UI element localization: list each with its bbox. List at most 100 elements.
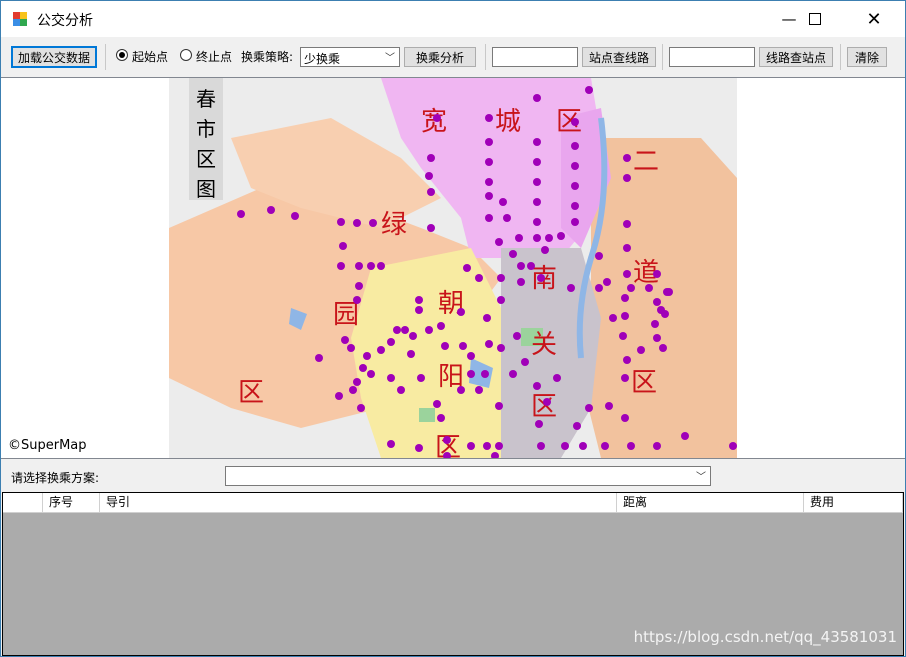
bus-stop-dot[interactable] [571, 162, 579, 170]
bus-stop-dot[interactable] [601, 442, 609, 450]
bus-stop-dot[interactable] [339, 242, 347, 250]
bus-stop-dot[interactable] [571, 118, 579, 126]
bus-stop-dot[interactable] [595, 252, 603, 260]
bus-stop-dot[interactable] [535, 420, 543, 428]
bus-stop-dot[interactable] [497, 274, 505, 282]
bus-stop-dot[interactable] [623, 220, 631, 228]
bus-stop-dot[interactable] [427, 224, 435, 232]
bus-stop-dot[interactable] [537, 442, 545, 450]
bus-stop-dot[interactable] [619, 332, 627, 340]
scheme-select[interactable]: ﹀ [225, 466, 711, 486]
bus-stop-dot[interactable] [349, 386, 357, 394]
bus-stop-dot[interactable] [457, 386, 465, 394]
bus-stop-dot[interactable] [513, 332, 521, 340]
bus-stop-dot[interactable] [595, 284, 603, 292]
bus-stop-dot[interactable] [291, 212, 299, 220]
bus-stop-dot[interactable] [571, 182, 579, 190]
bus-stop-dot[interactable] [437, 322, 445, 330]
bus-stop-dot[interactable] [367, 370, 375, 378]
bus-stop-dot[interactable] [585, 86, 593, 94]
bus-stop-dot[interactable] [659, 344, 667, 352]
bus-stop-dot[interactable] [407, 350, 415, 358]
bus-stop-dot[interactable] [387, 374, 395, 382]
bus-stop-dot[interactable] [355, 282, 363, 290]
bus-stop-dot[interactable] [357, 404, 365, 412]
bus-stop-dot[interactable] [681, 432, 689, 440]
bus-stop-dot[interactable] [533, 138, 541, 146]
bus-stop-dot[interactable] [543, 398, 551, 406]
bus-stop-dot[interactable] [427, 188, 435, 196]
bus-stop-dot[interactable] [359, 364, 367, 372]
bus-stop-dot[interactable] [463, 264, 471, 272]
start-radio-label[interactable]: 起始点 [132, 48, 168, 65]
bus-stop-dot[interactable] [571, 202, 579, 210]
bus-stop-dot[interactable] [367, 262, 375, 270]
bus-stop-dot[interactable] [347, 344, 355, 352]
bus-stop-dot[interactable] [485, 192, 493, 200]
bus-stop-dot[interactable] [653, 270, 661, 278]
bus-stop-dot[interactable] [237, 210, 245, 218]
bus-stop-dot[interactable] [369, 219, 377, 227]
bus-stop-dot[interactable] [483, 442, 491, 450]
bus-stop-dot[interactable] [433, 114, 441, 122]
bus-stop-dot[interactable] [495, 402, 503, 410]
bus-stop-dot[interactable] [561, 442, 569, 450]
bus-stop-dot[interactable] [337, 262, 345, 270]
bus-stop-dot[interactable] [571, 218, 579, 226]
bus-stop-dot[interactable] [467, 442, 475, 450]
bus-stop-dot[interactable] [627, 442, 635, 450]
bus-stop-dot[interactable] [517, 278, 525, 286]
bus-stop-dot[interactable] [637, 346, 645, 354]
bus-stop-dot[interactable] [355, 262, 363, 270]
load-data-button[interactable]: 加载公交数据 [11, 46, 97, 68]
bus-stop-dot[interactable] [485, 214, 493, 222]
bus-stop-dot[interactable] [401, 326, 409, 334]
bus-stop-dot[interactable] [651, 320, 659, 328]
bus-stop-dot[interactable] [433, 400, 441, 408]
transfer-analysis-button[interactable]: 换乘分析 [404, 47, 476, 67]
bus-stop-dot[interactable] [397, 386, 405, 394]
maximize-button[interactable] [792, 1, 838, 37]
bus-stop-dot[interactable] [557, 232, 565, 240]
bus-stop-dot[interactable] [573, 422, 581, 430]
bus-stop-dot[interactable] [533, 94, 541, 102]
bus-stop-dot[interactable] [621, 414, 629, 422]
bus-stop-dot[interactable] [503, 214, 511, 222]
bus-stop-dot[interactable] [623, 174, 631, 182]
bus-stop-dot[interactable] [545, 234, 553, 242]
bus-stop-dot[interactable] [387, 440, 395, 448]
bus-stop-dot[interactable] [377, 346, 385, 354]
bus-stop-dot[interactable] [353, 219, 361, 227]
bus-stop-dot[interactable] [485, 158, 493, 166]
bus-stop-dot[interactable] [533, 382, 541, 390]
bus-stop-dot[interactable] [335, 392, 343, 400]
bus-stop-dot[interactable] [495, 442, 503, 450]
column-header-guide[interactable]: 导引 [100, 493, 617, 512]
bus-stop-dot[interactable] [653, 334, 661, 342]
bus-stop-dot[interactable] [485, 114, 493, 122]
bus-stop-dot[interactable] [571, 142, 579, 150]
bus-stop-dot[interactable] [623, 154, 631, 162]
bus-stop-dot[interactable] [363, 352, 371, 360]
bus-stop-dot[interactable] [657, 306, 665, 314]
bus-stop-dot[interactable] [553, 374, 561, 382]
bus-stop-dot[interactable] [623, 244, 631, 252]
bus-stop-dot[interactable] [353, 296, 361, 304]
end-radio-label[interactable]: 终止点 [196, 48, 232, 65]
bus-stop-dot[interactable] [387, 338, 395, 346]
bus-stop-dot[interactable] [499, 198, 507, 206]
bus-stop-dot[interactable] [509, 370, 517, 378]
bus-stop-dot[interactable] [653, 442, 661, 450]
bus-stop-dot[interactable] [605, 402, 613, 410]
column-header-distance[interactable]: 距离 [617, 493, 804, 512]
bus-stop-dot[interactable] [415, 444, 423, 452]
bus-stop-dot[interactable] [609, 314, 617, 322]
bus-stop-dot[interactable] [475, 386, 483, 394]
bus-stop-dot[interactable] [497, 344, 505, 352]
bus-stop-dot[interactable] [533, 178, 541, 186]
bus-stop-dot[interactable] [533, 158, 541, 166]
bus-stop-dot[interactable] [509, 250, 517, 258]
column-header-index[interactable]: 序号 [43, 493, 100, 512]
bus-stop-dot[interactable] [415, 296, 423, 304]
strategy-select[interactable]: 少换乘 ﹀ [300, 47, 400, 67]
